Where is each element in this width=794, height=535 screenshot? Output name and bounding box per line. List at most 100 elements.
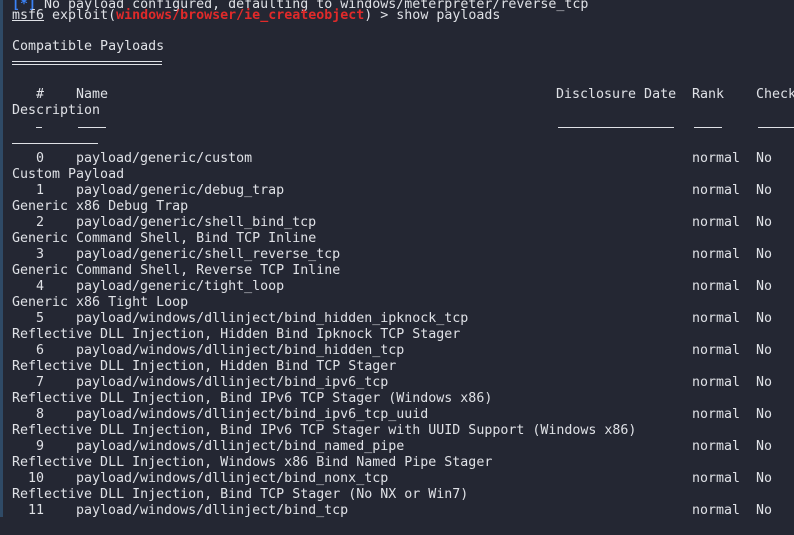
row-description-line: Reflective DLL Injection, Hidden Bind TC… — [0, 359, 794, 375]
section-title-underline — [12, 61, 162, 65]
prompt-name: msf6 — [12, 8, 45, 23]
header-description-underline — [12, 143, 98, 144]
row-check: No — [756, 375, 773, 390]
row-rank: normal — [692, 279, 741, 294]
row-check: No — [756, 311, 773, 326]
row-description-line: Reflective DLL Injection, Windows x86 Bi… — [0, 455, 794, 471]
row-description: Reflective DLL Injection, Windows x86 Bi… — [12, 455, 493, 470]
header-description-line: Description — [0, 103, 794, 119]
table-row: 3 payload/generic/shell_reverse_tcp normal… — [0, 247, 794, 263]
row-rank: normal — [692, 183, 741, 198]
row-num: 6 — [36, 343, 45, 358]
row-name: payload/generic/tight_loop — [76, 279, 285, 294]
row-rank: normal — [692, 439, 741, 454]
row-name: payload/windows/dllinject/bind_ipv6_tcp_… — [76, 407, 429, 422]
row-check: No — [756, 279, 773, 294]
row-description-line: Generic Command Shell, Bind TCP Inline — [0, 231, 794, 247]
row-check: No — [756, 471, 773, 486]
row-num: 9 — [36, 439, 45, 454]
table-row: 8 payload/windows/dllinject/bind_ipv6_tcp… — [0, 407, 794, 423]
row-description: Generic Command Shell, Bind TCP Inline — [12, 231, 317, 246]
table-row: 1 payload/generic/debug_trap normal No — [0, 183, 794, 199]
row-num: 2 — [36, 215, 45, 230]
row-num: 0 — [36, 151, 45, 166]
row-name: payload/windows/dllinject/bind_ipv6_tcp — [76, 375, 389, 390]
row-rank: normal — [692, 151, 741, 166]
row-description: Generic x86 Debug Trap — [12, 199, 189, 214]
row-name: payload/windows/dllinject/bind_nonx_tcp — [76, 471, 389, 486]
row-description-line: Generic Command Shell, Reverse TCP Inlin… — [0, 263, 794, 279]
row-description: Reflective DLL Injection, Bind IPv6 TCP … — [12, 391, 493, 406]
header-num: # — [36, 87, 45, 102]
header-description: Description — [12, 103, 101, 118]
header-name-underline — [78, 127, 106, 128]
row-name: payload/generic/shell_bind_tcp — [76, 215, 317, 230]
row-description: Reflective DLL Injection, Hidden Bind TC… — [12, 359, 397, 374]
row-description: Reflective DLL Injection, Bind TCP Stage… — [12, 487, 469, 502]
row-check: No — [756, 151, 773, 166]
row-check: No — [756, 439, 773, 454]
row-num: 3 — [36, 247, 45, 262]
row-description-line: Reflective DLL Injection, Bind IPv6 TCP … — [0, 423, 794, 439]
row-name: payload/generic/custom — [76, 151, 253, 166]
row-description: Generic x86 Tight Loop — [12, 295, 189, 310]
header-check-underline — [758, 127, 794, 128]
row-name: payload/windows/dllinject/bind_hidden_ip… — [76, 311, 469, 326]
row-check: No — [756, 183, 773, 198]
row-num: 8 — [36, 407, 45, 422]
row-description-line: Custom Payload — [0, 167, 794, 183]
row-name: payload/generic/debug_trap — [76, 183, 285, 198]
row-name: payload/windows/dllinject/bind_named_pip… — [76, 439, 405, 454]
row-rank: normal — [692, 375, 741, 390]
row-check: No — [756, 215, 773, 230]
command-text: show payloads — [396, 8, 501, 23]
table-row: 10 payload/windows/dllinject/bind_nonx_tc… — [0, 471, 794, 487]
section-title: Compatible Payloads — [0, 39, 794, 55]
row-num: 1 — [36, 183, 45, 198]
table-row: 5 payload/windows/dllinject/bind_hidden_i… — [0, 311, 794, 327]
table-row: 0 payload/generic/custom normal No — [0, 151, 794, 167]
table-row: 6 payload/windows/dllinject/bind_hidden_t… — [0, 343, 794, 359]
row-rank: normal — [692, 407, 741, 422]
row-rank: normal — [692, 343, 741, 358]
table-row: 9 payload/windows/dllinject/bind_named_pi… — [0, 439, 794, 455]
module-name: windows/browser/ie_createobject — [116, 8, 365, 23]
table-row: 7 payload/windows/dllinject/bind_ipv6_tcp… — [0, 375, 794, 391]
prompt-line: msf6 exploit(windows/browser/ie_createob… — [0, 8, 794, 24]
row-check: No — [756, 407, 773, 422]
row-description-line: Reflective DLL Injection, Bind TCP Stage… — [0, 487, 794, 503]
row-num: 5 — [36, 311, 45, 326]
table-row: 4 payload/generic/tight_loop normal No — [0, 279, 794, 295]
header-num-underline — [36, 127, 42, 128]
header-rank-underline — [694, 127, 722, 128]
header-disclosure-date: Disclosure Date — [556, 87, 677, 102]
prompt-suffix: ) > — [364, 8, 397, 23]
header-name: Name — [76, 87, 109, 102]
row-description-line: Generic x86 Tight Loop — [0, 295, 794, 311]
row-name: payload/windows/dllinject/bind_hidden_tc… — [76, 343, 405, 358]
header-check: Check — [756, 87, 794, 102]
row-check: No — [756, 247, 773, 262]
header-rank: Rank — [692, 87, 725, 102]
row-description-line: Reflective DLL Injection, Hidden Bind Ip… — [0, 327, 794, 343]
row-rank: normal — [692, 311, 741, 326]
row-description-line: Reflective DLL Injection, Bind IPv6 TCP … — [0, 391, 794, 407]
row-num: 4 — [36, 279, 45, 294]
row-name: payload/generic/shell_reverse_tcp — [76, 247, 341, 262]
section-title-text: Compatible Payloads — [12, 39, 165, 54]
row-check: No — [756, 343, 773, 358]
header-date-underline — [558, 127, 674, 128]
row-rank: normal — [692, 215, 741, 230]
row-rank: normal — [692, 247, 741, 262]
row-description: Custom Payload — [12, 167, 125, 182]
row-num: 10 — [28, 471, 45, 486]
row-rank: normal — [692, 471, 741, 486]
row-description: Reflective DLL Injection, Bind IPv6 TCP … — [12, 423, 637, 438]
row-description-line: Generic x86 Debug Trap — [0, 199, 794, 215]
table-header: # Name Disclosure Date Rank Check — [0, 87, 794, 103]
row-description: Generic Command Shell, Reverse TCP Inlin… — [12, 263, 341, 278]
row-num: 7 — [36, 375, 45, 390]
prompt-prefix: exploit( — [44, 8, 117, 23]
row-description-line — [0, 519, 794, 535]
table-row: 2 payload/generic/shell_bind_tcp normal No — [0, 215, 794, 231]
